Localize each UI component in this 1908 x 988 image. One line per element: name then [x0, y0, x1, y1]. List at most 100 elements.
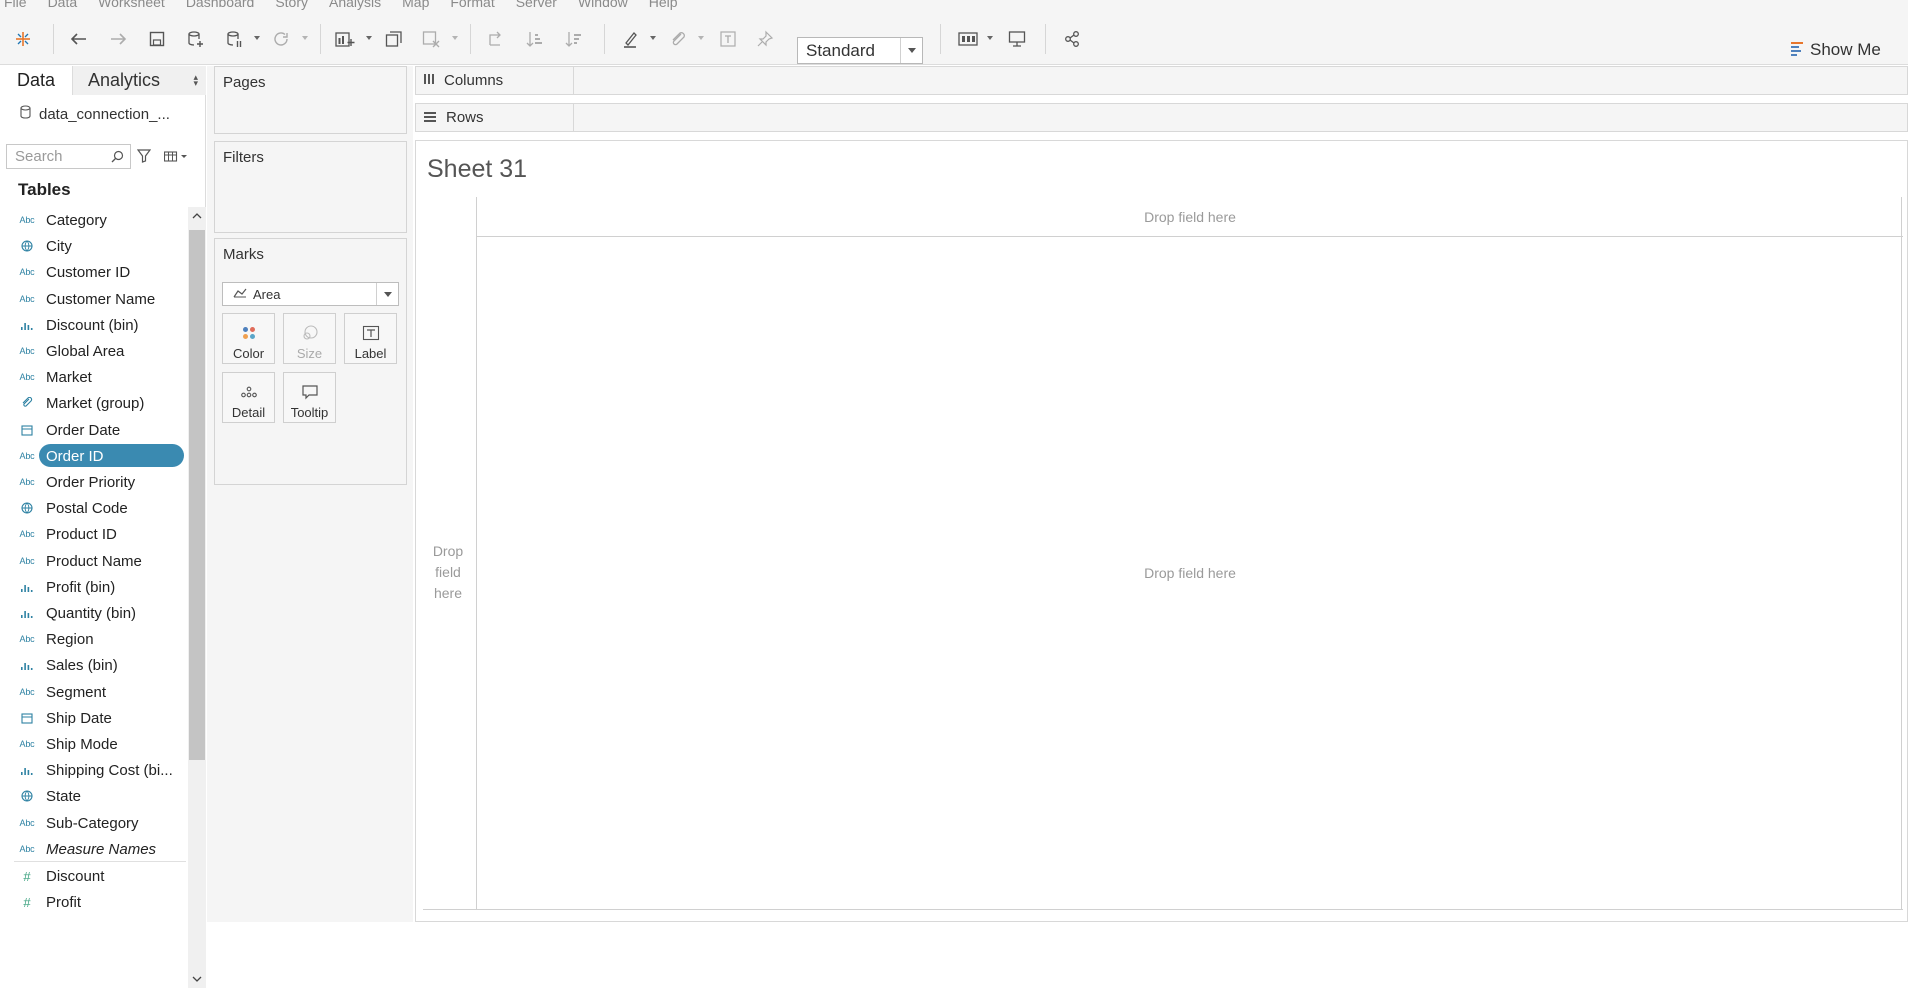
field-item[interactable]: Shipping Cost (bi... — [0, 757, 187, 783]
chevron-down-icon[interactable] — [376, 283, 398, 305]
menu-file[interactable]: File — [4, 0, 27, 10]
menu-server[interactable]: Server — [516, 0, 557, 10]
field-item[interactable]: Abc Measure Names — [0, 836, 187, 862]
column-drop-zone[interactable]: Drop field here — [477, 197, 1903, 237]
presentation-mode-icon[interactable] — [1006, 27, 1028, 51]
save-icon[interactable] — [146, 27, 168, 51]
group-members-icon[interactable] — [667, 27, 689, 51]
columns-shelf[interactable]: Columns — [415, 66, 1908, 95]
view-drop-zone[interactable]: Drop field here — [477, 565, 1903, 581]
field-item[interactable]: Sales (bin) — [0, 652, 187, 678]
field-item[interactable]: Abc Ship Mode — [0, 731, 187, 757]
mark-type-dropdown[interactable]: Area — [222, 282, 399, 306]
new-data-source-icon[interactable] — [184, 27, 206, 51]
pause-auto-updates-icon[interactable] — [223, 27, 245, 51]
fix-axes-icon[interactable] — [754, 27, 776, 51]
chevron-down-icon[interactable] — [366, 36, 372, 40]
menu-window[interactable]: Window — [578, 0, 628, 10]
sheet-title[interactable]: Sheet 31 — [427, 155, 527, 184]
field-item[interactable]: Profit (bin) — [0, 574, 187, 600]
divider — [1901, 197, 1902, 910]
field-item[interactable]: # Profit — [0, 889, 187, 915]
field-item[interactable]: Abc Customer ID — [0, 259, 187, 285]
field-item[interactable]: Abc Global Area — [0, 338, 187, 364]
field-item[interactable]: Ship Date — [0, 705, 187, 731]
scroll-thumb[interactable] — [189, 230, 205, 760]
search-icon[interactable] — [111, 150, 124, 168]
tableau-logo-icon[interactable] — [12, 27, 34, 51]
tab-analytics[interactable]: Analytics ▴ ▾ — [73, 66, 206, 95]
field-item[interactable]: Abc Category — [0, 207, 187, 233]
menu-help[interactable]: Help — [649, 0, 678, 10]
chevron-down-icon[interactable] — [650, 36, 656, 40]
field-item[interactable]: Postal Code — [0, 495, 187, 521]
refresh-icon[interactable] — [270, 27, 292, 51]
field-item[interactable]: Market (group) — [0, 390, 187, 416]
calendar-icon — [19, 711, 35, 725]
field-item[interactable]: Abc Sub-Category — [0, 810, 187, 836]
fit-dropdown[interactable]: Standard — [797, 37, 923, 64]
field-item[interactable]: Discount (bin) — [0, 312, 187, 338]
size-button[interactable]: Size — [283, 313, 336, 364]
filter-icon[interactable] — [136, 149, 152, 168]
menu-worksheet[interactable]: Worksheet — [98, 0, 165, 10]
chevron-down-icon[interactable] — [900, 38, 922, 63]
label-button[interactable]: Label — [344, 313, 397, 364]
chevron-down-icon[interactable] — [698, 36, 704, 40]
field-item[interactable]: Abc Product ID — [0, 521, 187, 547]
field-item[interactable]: Order Date — [0, 417, 187, 443]
sort-ascending-icon[interactable] — [524, 27, 546, 51]
field-item[interactable]: Abc Order Priority — [0, 469, 187, 495]
field-item[interactable]: #Quantity — [0, 915, 187, 923]
rows-shelf[interactable]: Rows — [415, 103, 1908, 132]
highlight-icon[interactable] — [620, 27, 642, 51]
menu-dashboard[interactable]: Dashboard — [186, 0, 255, 10]
undo-icon[interactable] — [68, 27, 90, 51]
menu-analysis[interactable]: Analysis — [329, 0, 381, 10]
menu-story[interactable]: Story — [275, 0, 308, 10]
chevron-down-icon[interactable] — [302, 36, 308, 40]
scroll-up-icon[interactable] — [188, 207, 206, 225]
menu-format[interactable]: Format — [450, 0, 494, 10]
share-icon[interactable] — [1061, 27, 1083, 51]
field-item[interactable]: Abc Market — [0, 364, 187, 390]
redo-icon[interactable] — [107, 27, 129, 51]
tooltip-button[interactable]: Tooltip — [283, 372, 336, 423]
chevron-down-icon[interactable] — [452, 36, 458, 40]
field-item[interactable]: City — [0, 233, 187, 259]
columns-label: Columns — [444, 72, 504, 89]
clear-sheet-icon[interactable] — [420, 27, 442, 51]
swap-rows-columns-icon[interactable] — [485, 27, 507, 51]
pages-card[interactable]: Pages — [214, 66, 407, 134]
sort-descending-icon[interactable] — [563, 27, 585, 51]
field-item[interactable]: Abc Customer Name — [0, 286, 187, 312]
collapse-icon[interactable]: ▴ ▾ — [193, 73, 198, 88]
color-button[interactable]: Color — [222, 313, 275, 364]
tab-data[interactable]: Data — [0, 66, 73, 95]
field-item[interactable]: Abc Segment — [0, 679, 187, 705]
field-item[interactable]: # Discount — [0, 863, 187, 889]
field-item[interactable]: Abc Region — [0, 626, 187, 652]
scrollbar[interactable] — [188, 207, 206, 988]
view-options-icon[interactable] — [163, 150, 188, 168]
field-item[interactable]: Abc Order ID — [0, 443, 187, 469]
show-me-button[interactable]: Show Me — [1790, 38, 1881, 62]
field-item[interactable]: State — [0, 783, 187, 809]
menu-map[interactable]: Map — [402, 0, 429, 10]
scroll-down-icon[interactable] — [188, 970, 206, 988]
duplicate-sheet-icon[interactable] — [383, 27, 405, 51]
data-connection[interactable]: data_connection_... — [20, 105, 170, 123]
globe-icon — [19, 501, 35, 515]
search-input[interactable] — [13, 146, 113, 167]
chevron-down-icon[interactable] — [987, 36, 993, 40]
filters-card[interactable]: Filters — [214, 141, 407, 233]
show-cards-icon[interactable] — [957, 27, 979, 51]
chevron-down-icon[interactable] — [254, 36, 260, 40]
row-drop-zone[interactable]: Drop field here — [424, 541, 472, 604]
detail-button[interactable]: Detail — [222, 372, 275, 423]
new-worksheet-icon[interactable] — [334, 27, 356, 51]
field-item[interactable]: Abc Product Name — [0, 548, 187, 574]
show-mark-labels-icon[interactable] — [717, 27, 739, 51]
menu-data[interactable]: Data — [48, 0, 78, 10]
field-item[interactable]: Quantity (bin) — [0, 600, 187, 626]
